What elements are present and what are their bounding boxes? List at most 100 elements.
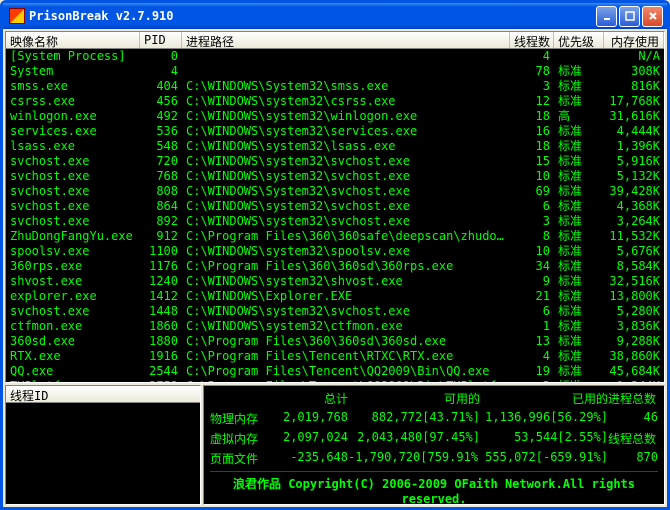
cell-path: C:\WINDOWS\system32\spoolsv.exe bbox=[182, 244, 510, 259]
col-header-threads[interactable]: 线程数 bbox=[510, 32, 554, 48]
stats-hdr-total: 总计 bbox=[272, 390, 348, 407]
cell-prio: 高 bbox=[554, 109, 604, 124]
main-window: PrisonBreak v2.7.910 映像名称 PID 进程路径 线程数 优… bbox=[0, 0, 670, 510]
cell-thr: 12 bbox=[510, 94, 554, 109]
cell-pid: 4 bbox=[140, 64, 182, 79]
cell-name: svchost.exe bbox=[6, 154, 140, 169]
process-row[interactable]: winlogon.exe492C:\WINDOWS\system32\winlo… bbox=[6, 109, 664, 124]
thr-total-label: 线程总数: bbox=[608, 430, 658, 447]
cell-pid: 1176 bbox=[140, 259, 182, 274]
cell-name: csrss.exe bbox=[6, 94, 140, 109]
cell-prio: 标准 bbox=[554, 319, 604, 334]
cell-mem: 3,264K bbox=[604, 214, 664, 229]
cell-path: C:\Program Files\360\360sd\360rps.exe bbox=[182, 259, 510, 274]
cell-path bbox=[182, 64, 510, 79]
cell-name: lsass.exe bbox=[6, 139, 140, 154]
process-row[interactable]: svchost.exe808C:\WINDOWS\System32\svchos… bbox=[6, 184, 664, 199]
cell-path: C:\Program Files\360\360sd\360sd.exe bbox=[182, 334, 510, 349]
thread-pane: 线程ID bbox=[5, 385, 201, 505]
process-row[interactable]: services.exe536C:\WINDOWS\system32\servi… bbox=[6, 124, 664, 139]
cell-mem: 31,616K bbox=[604, 109, 664, 124]
cell-mem: 39,428K bbox=[604, 184, 664, 199]
process-row[interactable]: TXPlatform.exe2752C:\Program Files\Tence… bbox=[6, 379, 664, 382]
minimize-button[interactable] bbox=[596, 6, 617, 27]
stats-row-label: 虚拟内存 bbox=[210, 430, 272, 447]
cell-thr: 9 bbox=[510, 274, 554, 289]
cell-mem: 5,676K bbox=[604, 244, 664, 259]
cell-path: C:\WINDOWS\system32\svchost.exe bbox=[182, 304, 510, 319]
stats-avail: 2,043,480[97.45%] bbox=[348, 430, 480, 447]
stats-table: 总计 可用的 已用的 进程总数: 物理内存2,019,768882,772[43… bbox=[210, 390, 658, 467]
stats-total: 2,019,768 bbox=[272, 410, 348, 427]
process-row[interactable]: ctfmon.exe1860C:\WINDOWS\system32\ctfmon… bbox=[6, 319, 664, 334]
col-header-pid[interactable]: PID bbox=[140, 32, 182, 48]
cell-name: svchost.exe bbox=[6, 184, 140, 199]
col-header-thread-id[interactable]: 线程ID bbox=[6, 386, 200, 402]
stats-hdr-used: 已用的 bbox=[480, 390, 608, 407]
cell-prio: 标准 bbox=[554, 274, 604, 289]
process-list[interactable]: [System Process]04N/ASystem478标准308Ksmss… bbox=[6, 49, 664, 382]
process-row[interactable]: System478标准308K bbox=[6, 64, 664, 79]
cell-name: winlogon.exe bbox=[6, 109, 140, 124]
process-row[interactable]: [System Process]04N/A bbox=[6, 49, 664, 64]
cell-mem: 308K bbox=[604, 64, 664, 79]
process-row[interactable]: svchost.exe1448C:\WINDOWS\system32\svcho… bbox=[6, 304, 664, 319]
cell-thr: 18 bbox=[510, 139, 554, 154]
cell-thr: 3 bbox=[510, 79, 554, 94]
process-row[interactable]: svchost.exe892C:\WINDOWS\system32\svchos… bbox=[6, 214, 664, 229]
process-row[interactable]: lsass.exe548C:\WINDOWS\system32\lsass.ex… bbox=[6, 139, 664, 154]
cell-thr: 10 bbox=[510, 244, 554, 259]
cell-path: C:\WINDOWS\System32\smss.exe bbox=[182, 79, 510, 94]
cell-mem: 5,132K bbox=[604, 169, 664, 184]
col-header-name[interactable]: 映像名称 bbox=[6, 32, 140, 48]
process-row[interactable]: smss.exe404C:\WINDOWS\System32\smss.exe3… bbox=[6, 79, 664, 94]
stats-avail: 882,772[43.71%] bbox=[348, 410, 480, 427]
process-row[interactable]: ZhuDongFangYu.exe912C:\Program Files\360… bbox=[6, 229, 664, 244]
process-row[interactable]: shvost.exe1240C:\WINDOWS\system32\shvost… bbox=[6, 274, 664, 289]
stats-row-label: 物理内存 bbox=[210, 410, 272, 427]
cell-mem: 816K bbox=[604, 79, 664, 94]
cell-thr: 4 bbox=[510, 349, 554, 364]
cell-prio: 标准 bbox=[554, 304, 604, 319]
thread-list[interactable] bbox=[6, 403, 200, 504]
cell-thr: 18 bbox=[510, 109, 554, 124]
stats-total: -235,648 bbox=[272, 450, 348, 467]
col-header-memory[interactable]: 内存使用 bbox=[604, 32, 664, 48]
cell-pid: 912 bbox=[140, 229, 182, 244]
process-row[interactable]: 360rps.exe1176C:\Program Files\360\360sd… bbox=[6, 259, 664, 274]
cell-thr: 6 bbox=[510, 199, 554, 214]
process-row[interactable]: RTX.exe1916C:\Program Files\Tencent\RTXC… bbox=[6, 349, 664, 364]
cell-mem: 5,280K bbox=[604, 304, 664, 319]
lower-panes: 线程ID 总计 可用的 已用的 进程总数: 物理内存2,019,768882,7… bbox=[5, 385, 665, 505]
stats-row-label: 页面文件 bbox=[210, 450, 272, 467]
cell-prio: 标准 bbox=[554, 364, 604, 379]
cell-mem: 1,344K bbox=[604, 379, 664, 382]
cell-path: C:\WINDOWS\system32\ctfmon.exe bbox=[182, 319, 510, 334]
process-row[interactable]: QQ.exe2544C:\Program Files\Tencent\QQ200… bbox=[6, 364, 664, 379]
cell-path: C:\WINDOWS\system32\services.exe bbox=[182, 124, 510, 139]
process-row[interactable]: explorer.exe1412C:\WINDOWS\Explorer.EXE2… bbox=[6, 289, 664, 304]
process-row[interactable]: 360sd.exe1880C:\Program Files\360\360sd\… bbox=[6, 334, 664, 349]
cell-pid: 456 bbox=[140, 94, 182, 109]
cell-thr: 6 bbox=[510, 304, 554, 319]
col-header-priority[interactable]: 优先级 bbox=[554, 32, 604, 48]
stats-used: 555,072[-659.91%] bbox=[480, 450, 608, 467]
col-header-path[interactable]: 进程路径 bbox=[182, 32, 510, 48]
cell-name: System bbox=[6, 64, 140, 79]
process-row[interactable]: spoolsv.exe1100C:\WINDOWS\system32\spool… bbox=[6, 244, 664, 259]
cell-name: svchost.exe bbox=[6, 214, 140, 229]
cell-path: C:\WINDOWS\system32\svchost.exe bbox=[182, 199, 510, 214]
maximize-button[interactable] bbox=[619, 6, 640, 27]
cell-name: ZhuDongFangYu.exe bbox=[6, 229, 140, 244]
process-row[interactable]: svchost.exe768C:\WINDOWS\system32\svchos… bbox=[6, 169, 664, 184]
process-row[interactable]: csrss.exe456C:\WINDOWS\system32\csrss.ex… bbox=[6, 94, 664, 109]
cell-pid: 2544 bbox=[140, 364, 182, 379]
cell-mem: 8,584K bbox=[604, 259, 664, 274]
cell-path: C:\Program Files\Tencent\RTXC\RTX.exe bbox=[182, 349, 510, 364]
cell-path: C:\Program Files\Tencent\QQ2009\Bin\QQ.e… bbox=[182, 364, 510, 379]
cell-mem: 13,800K bbox=[604, 289, 664, 304]
close-button[interactable] bbox=[642, 6, 663, 27]
process-row[interactable]: svchost.exe720C:\WINDOWS\system32\svchos… bbox=[6, 154, 664, 169]
process-row[interactable]: svchost.exe864C:\WINDOWS\system32\svchos… bbox=[6, 199, 664, 214]
titlebar[interactable]: PrisonBreak v2.7.910 bbox=[3, 3, 667, 29]
